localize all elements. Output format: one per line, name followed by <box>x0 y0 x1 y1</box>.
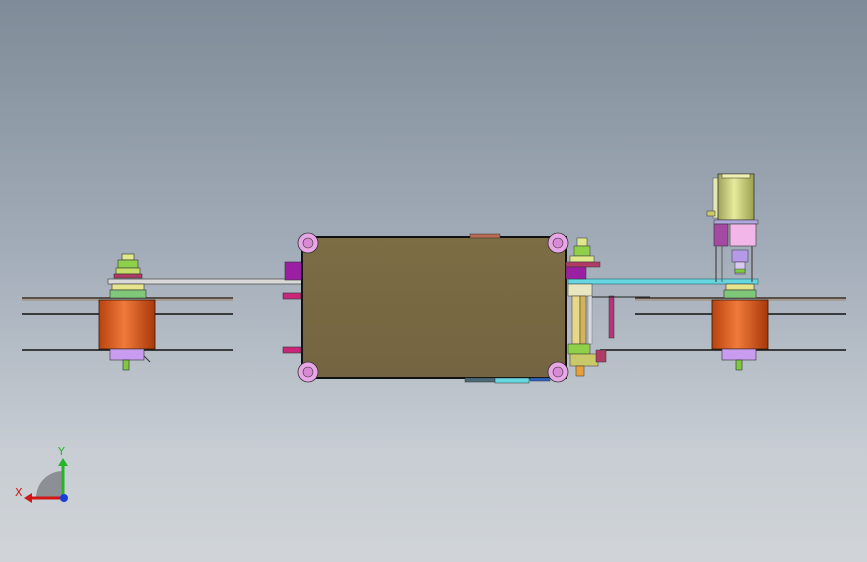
corner-boss-top-right <box>547 232 569 254</box>
left-connecting-bar[interactable] <box>107 278 304 285</box>
central-housing[interactable] <box>282 232 569 384</box>
triad-x-arrow-icon <box>24 493 32 503</box>
orientation-triad[interactable]: Y X <box>15 445 68 503</box>
corner-boss-top-left <box>297 232 319 254</box>
triad-quadrant-icon <box>36 471 63 498</box>
corner-boss-bottom-left <box>297 361 319 383</box>
right-connecting-bar[interactable] <box>567 278 759 285</box>
right-cylinder-actuator[interactable] <box>706 173 759 282</box>
cad-viewport[interactable]: Y X <box>0 0 867 562</box>
right-drive-mechanism[interactable] <box>565 237 650 377</box>
left-motor-assembly[interactable] <box>98 253 156 371</box>
triad-x-label: X <box>15 486 23 499</box>
triad-y-arrow-icon <box>58 458 68 466</box>
triad-y-label: Y <box>57 445 65 458</box>
triad-z-axis-dot <box>60 494 68 502</box>
right-motor-assembly[interactable] <box>711 283 769 371</box>
corner-boss-bottom-right <box>547 361 569 383</box>
